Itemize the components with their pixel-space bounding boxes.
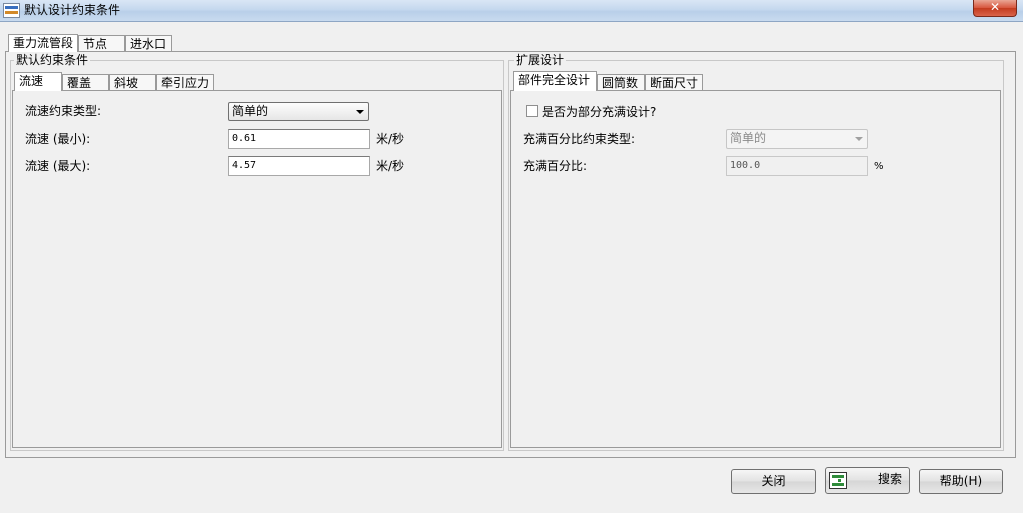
tab-tractive-stress[interactable]: 牵引应力 bbox=[156, 74, 214, 90]
velocity-min-label: 流速 (最小): bbox=[25, 132, 91, 146]
chevron-down-icon bbox=[356, 110, 364, 114]
tab-inlet[interactable]: 进水口 bbox=[125, 35, 172, 51]
percent-type-label: 充满百分比约束类型: bbox=[523, 132, 636, 146]
tab-gravity-pipe[interactable]: 重力流管段 bbox=[8, 34, 78, 52]
window-title: 默认设计约束条件 bbox=[24, 3, 121, 17]
percent-type-select[interactable]: 简单的 bbox=[726, 129, 868, 149]
close-button[interactable]: 关闭 bbox=[731, 469, 816, 494]
search-button[interactable]: 搜索 bbox=[825, 467, 910, 494]
help-button[interactable]: 帮助(H) bbox=[919, 469, 1003, 494]
search-logo-icon bbox=[829, 472, 847, 489]
velocity-min-unit: 米/秒 bbox=[376, 132, 405, 146]
search-button-label: 搜索 bbox=[878, 472, 903, 486]
right-group-title: 扩展设计 bbox=[514, 53, 567, 67]
velocity-max-label: 流速 (最大): bbox=[25, 159, 91, 173]
tab-full-design[interactable]: 部件完全设计 bbox=[513, 71, 597, 91]
percent-type-value: 简单的 bbox=[730, 131, 767, 145]
tab-barrels[interactable]: 圆筒数 bbox=[597, 74, 645, 90]
velocity-max-unit: 米/秒 bbox=[376, 159, 405, 173]
title-bar bbox=[0, 0, 1023, 22]
window-close-button[interactable]: ✕ bbox=[973, 0, 1017, 17]
tab-node[interactable]: 节点 bbox=[78, 35, 125, 51]
tab-cover[interactable]: 覆盖 bbox=[62, 74, 109, 90]
partial-full-checkbox[interactable] bbox=[526, 105, 538, 117]
tab-slope[interactable]: 斜坡 bbox=[109, 74, 156, 90]
percent-input[interactable]: 100.0 bbox=[726, 156, 868, 176]
percent-label: 充满百分比: bbox=[523, 159, 588, 173]
ruler-icon bbox=[3, 3, 20, 18]
tab-section-size[interactable]: 断面尺寸 bbox=[645, 74, 703, 90]
velocity-min-input[interactable]: 0.61 bbox=[228, 129, 370, 149]
percent-unit: % bbox=[874, 161, 884, 172]
tab-velocity[interactable]: 流速 bbox=[14, 72, 62, 91]
velocity-type-label: 流速约束类型: bbox=[25, 104, 102, 118]
velocity-max-input[interactable]: 4.57 bbox=[228, 156, 370, 176]
chevron-down-icon bbox=[855, 137, 863, 141]
left-group-title: 默认约束条件 bbox=[14, 53, 91, 67]
partial-full-checkbox-label[interactable]: 是否为部分充满设计? bbox=[542, 105, 656, 119]
velocity-type-select[interactable]: 简单的 bbox=[228, 102, 369, 121]
velocity-type-value: 简单的 bbox=[232, 104, 269, 118]
